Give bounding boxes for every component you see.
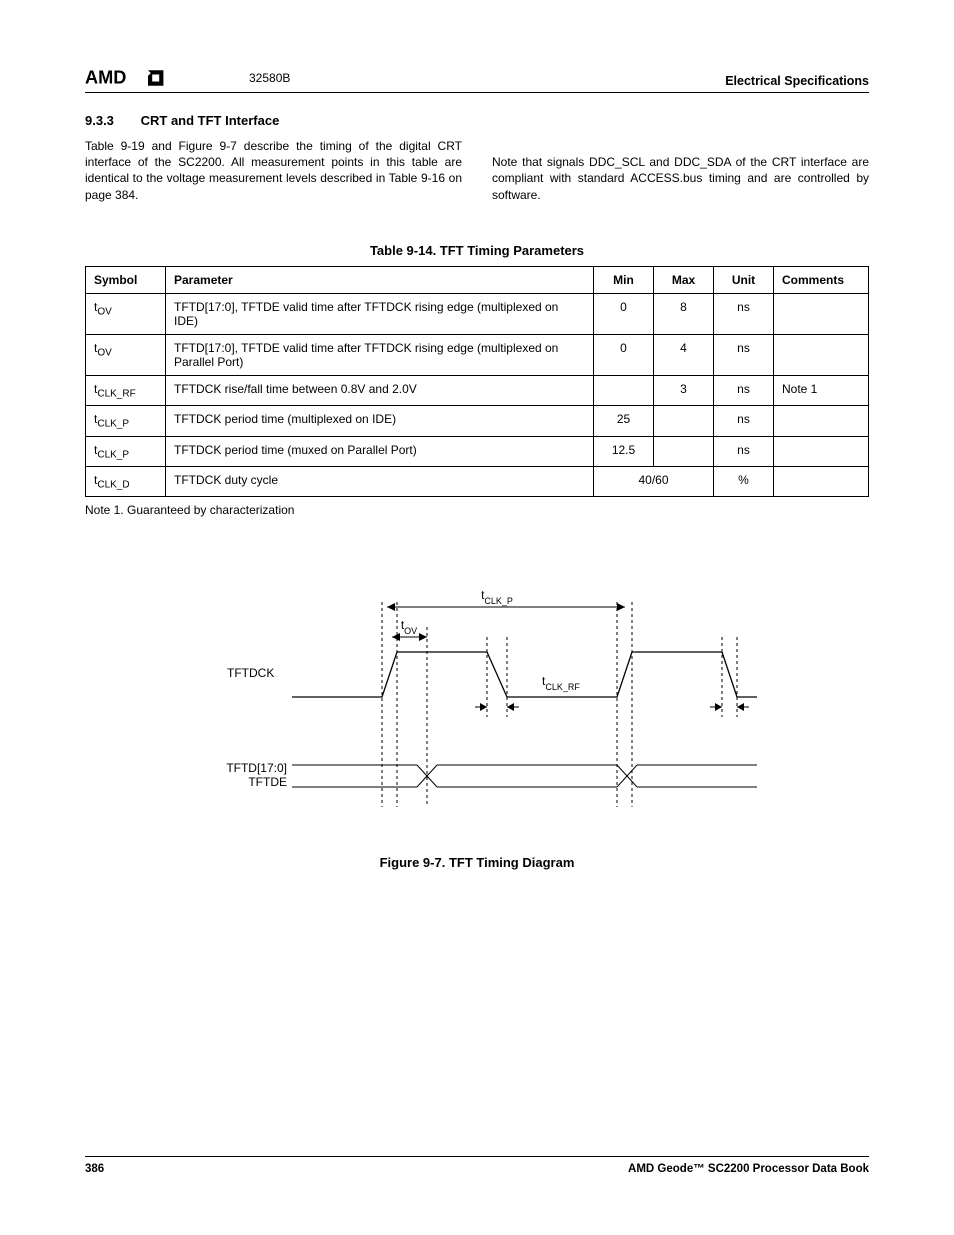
tftd-waveform: TFTD[17:0] TFTDE <box>226 761 757 789</box>
table-row: tCLK_DTFTDCK duty cycle40/60% <box>86 466 869 496</box>
cell-max <box>654 406 714 436</box>
cell-max: 8 <box>654 293 714 334</box>
col-max: Max <box>654 266 714 293</box>
table-row: tCLK_PTFTDCK period time (muxed on Paral… <box>86 436 869 466</box>
cell-symbol: tOV <box>86 334 166 375</box>
svg-text:tOV: tOV <box>401 618 417 636</box>
col-min: Min <box>594 266 654 293</box>
table-header-row: Symbol Parameter Min Max Unit Comments <box>86 266 869 293</box>
figure-area: TFTDCK tCLK_P <box>85 577 869 837</box>
figure-caption: Figure 9-7. TFT Timing Diagram <box>85 855 869 870</box>
timing-table: Symbol Parameter Min Max Unit Comments t… <box>85 266 869 498</box>
cell-comments: Note 1 <box>774 375 869 405</box>
col-comments: Comments <box>774 266 869 293</box>
svg-text:tCLK_RF: tCLK_RF <box>542 674 580 692</box>
body-para-left: Table 9-19 and Figure 9-7 describe the t… <box>85 139 462 202</box>
cell-max <box>654 436 714 466</box>
cell-comments <box>774 406 869 436</box>
section-body: Table 9-19 and Figure 9-7 describe the t… <box>85 138 869 203</box>
cell-parameter: TFTDCK period time (multiplexed on IDE) <box>166 406 594 436</box>
cell-comments <box>774 334 869 375</box>
label-tftde: TFTDE <box>248 775 287 789</box>
dim-tclkp: tCLK_P <box>387 588 625 611</box>
dim-tclkrf: tCLK_RF <box>475 674 749 711</box>
cell-parameter: TFTDCK period time (muxed on Parallel Po… <box>166 436 594 466</box>
cell-symbol: tCLK_P <box>86 436 166 466</box>
cell-min: 0 <box>594 334 654 375</box>
cell-symbol: tCLK_D <box>86 466 166 496</box>
cell-comments <box>774 436 869 466</box>
cell-comments <box>774 293 869 334</box>
col-parameter: Parameter <box>166 266 594 293</box>
cell-symbol: tCLK_RF <box>86 375 166 405</box>
col-symbol: Symbol <box>86 266 166 293</box>
table-row: tOVTFTD[17:0], TFTDE valid time after TF… <box>86 334 869 375</box>
label-tftd: TFTD[17:0] <box>226 761 287 775</box>
cell-max: 4 <box>654 334 714 375</box>
table-row: tOVTFTD[17:0], TFTDE valid time after TF… <box>86 293 869 334</box>
svg-text:AMD: AMD <box>85 68 126 88</box>
cell-unit: ns <box>714 293 774 334</box>
cell-unit: ns <box>714 436 774 466</box>
cell-parameter: TFTD[17:0], TFTDE valid time after TFTDC… <box>166 293 594 334</box>
cell-symbol: tCLK_P <box>86 406 166 436</box>
doc-code: 32580B <box>249 71 290 85</box>
table-note: Note 1. Guaranteed by characterization <box>85 503 869 517</box>
table-row: tCLK_RFTFTDCK rise/fall time between 0.8… <box>86 375 869 405</box>
header-left: AMD 32580B <box>85 68 290 88</box>
cell-symbol: tOV <box>86 293 166 334</box>
body-para-right: Note that signals DDC_SCL and DDC_SDA of… <box>492 155 869 201</box>
svg-text:tCLK_P: tCLK_P <box>481 588 513 606</box>
timing-diagram: TFTDCK tCLK_P <box>197 577 757 837</box>
cell-parameter: TFTDCK duty cycle <box>166 466 594 496</box>
cell-parameter: TFTDCK rise/fall time between 0.8V and 2… <box>166 375 594 405</box>
section-number: 9.3.3 <box>85 113 137 128</box>
table-caption: Table 9-14. TFT Timing Parameters <box>85 243 869 258</box>
cell-max: 3 <box>654 375 714 405</box>
tftdck-waveform: TFTDCK <box>227 602 757 807</box>
page-number: 386 <box>85 1163 104 1175</box>
page-footer: 386 AMD Geode™ SC2200 Processor Data Boo… <box>85 1156 869 1175</box>
cell-min-max: 40/60 <box>594 466 714 496</box>
cell-unit: ns <box>714 334 774 375</box>
cell-unit: ns <box>714 375 774 405</box>
cell-min: 12.5 <box>594 436 654 466</box>
cell-min <box>594 375 654 405</box>
section-heading: 9.3.3 CRT and TFT Interface <box>85 113 869 128</box>
cell-unit: ns <box>714 406 774 436</box>
cell-parameter: TFTD[17:0], TFTDE valid time after TFTDC… <box>166 334 594 375</box>
table-row: tCLK_PTFTDCK period time (multiplexed on… <box>86 406 869 436</box>
amd-logo-icon: AMD <box>85 68 169 88</box>
cell-min: 25 <box>594 406 654 436</box>
col-unit: Unit <box>714 266 774 293</box>
label-tftdck: TFTDCK <box>227 666 274 680</box>
section-title: CRT and TFT Interface <box>141 113 280 128</box>
cell-min: 0 <box>594 293 654 334</box>
header-category: Electrical Specifications <box>725 74 869 88</box>
footer-title: AMD Geode™ SC2200 Processor Data Book <box>628 1163 869 1175</box>
cell-comments <box>774 466 869 496</box>
cell-unit: % <box>714 466 774 496</box>
page-header: AMD 32580B Electrical Specifications <box>85 68 869 93</box>
